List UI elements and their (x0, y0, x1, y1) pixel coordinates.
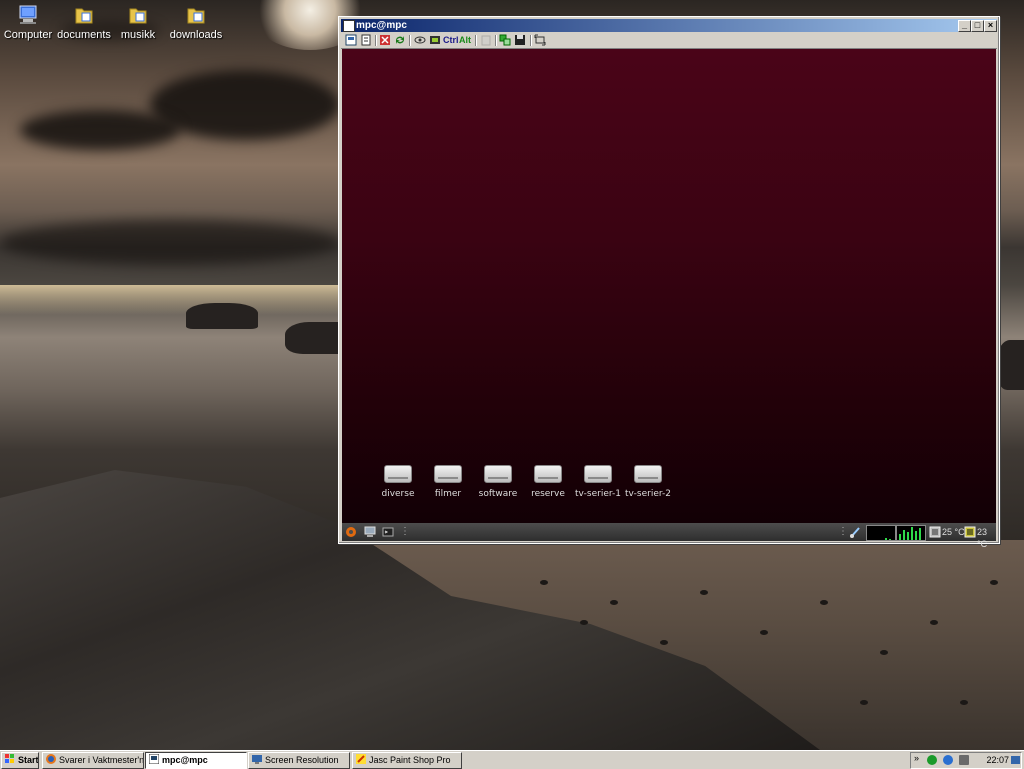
system-tray: » 22:07 (910, 752, 1022, 769)
scale-icon[interactable] (534, 34, 546, 46)
desktop-icon-label: downloads (169, 29, 223, 41)
connection-options-icon[interactable] (345, 34, 357, 46)
minimize-button[interactable]: _ (958, 20, 971, 32)
window-title: mpc@mpc (356, 20, 407, 31)
fullscreen-icon[interactable] (379, 34, 391, 46)
taskbar-button-screen-resolution[interactable]: Screen Resolution (248, 752, 350, 769)
remote-panel: ⋮ ⋮ 25 °C 23 °C (342, 523, 996, 549)
vnc-icon (148, 753, 160, 765)
folder-icon (73, 4, 95, 26)
hard-drive-icon (484, 465, 512, 483)
drive-icon-software[interactable]: software (471, 465, 525, 499)
hdd-temp-value: 23 °C (977, 527, 988, 549)
window-titlebar[interactable]: mpc@mpc _ □ × (341, 19, 997, 32)
clock[interactable]: 22:07 (986, 753, 1009, 768)
cpu-load-graph (896, 525, 926, 541)
drive-label: tv-serier-1 (575, 489, 621, 499)
taskbar-button-paint-shop-pro[interactable]: Jasc Paint Shop Pro (352, 752, 462, 769)
drive-icon-tv-serier-1[interactable]: tv-serier-1 (571, 465, 625, 499)
send-start-icon[interactable] (429, 34, 441, 46)
hdd-temp-icon (964, 526, 976, 538)
desktop-icon-musikk[interactable]: musikk (106, 4, 170, 41)
taskbar-button-firefox[interactable]: Svarer i Vaktmester'n... (42, 752, 144, 769)
taskbar-button-vnc[interactable]: mpc@mpc (145, 752, 247, 769)
monitor-icon[interactable] (1011, 756, 1020, 764)
firefox-icon (46, 754, 56, 764)
windows-logo-icon (5, 754, 15, 764)
refresh-icon[interactable] (394, 34, 406, 46)
maximize-button[interactable]: □ (971, 20, 984, 32)
drive-icon-tv-serier-2[interactable]: tv-serier-2 (621, 465, 675, 499)
taskbar-button-label: Screen Resolution (265, 755, 339, 765)
drive-icon-diverse[interactable]: diverse (371, 465, 425, 499)
paintshop-icon (356, 754, 366, 764)
network-icon[interactable] (943, 755, 953, 765)
hard-drive-icon (634, 465, 662, 483)
clipboard-icon[interactable] (480, 34, 492, 46)
drive-label: software (478, 489, 518, 499)
hard-drive-icon (534, 465, 562, 483)
terminal-icon[interactable] (382, 526, 394, 538)
utorrent-icon[interactable] (927, 755, 937, 765)
remote-desktop-view[interactable]: diverse filmer software reserve tv-serie… (342, 49, 996, 523)
desktop-icon-label: Computer (3, 29, 53, 41)
desktop-icon-downloads[interactable]: downloads (164, 4, 228, 41)
show-hidden-icon[interactable]: » (914, 753, 919, 763)
drive-label: filmer (434, 489, 462, 499)
drive-label: diverse (381, 489, 415, 499)
alt-key-icon[interactable]: Alt (459, 34, 471, 46)
computer-icon (17, 4, 39, 26)
desktop-icon-computer[interactable]: Computer (0, 4, 60, 41)
cpu-temp-icon (929, 526, 941, 538)
start-button[interactable]: Start (1, 752, 39, 769)
hard-drive-icon (384, 465, 412, 483)
vnc-toolbar: Ctrl Alt (341, 33, 997, 49)
sound-icon[interactable] (959, 755, 969, 765)
hard-drive-icon (584, 465, 612, 483)
transfer-icon[interactable] (499, 34, 511, 46)
start-label: Start (18, 755, 39, 765)
drive-label: reserve (531, 489, 565, 499)
folder-icon (185, 4, 207, 26)
drive-label: tv-serier-2 (625, 489, 671, 499)
taskbar: Start Svarer i Vaktmester'n... mpc@mpc S… (0, 750, 1024, 769)
cpu-temp-value: 25 °C (942, 527, 965, 537)
desktop-icon-label: musikk (120, 29, 156, 41)
connection-info-icon[interactable] (360, 34, 372, 46)
ctrl-key-icon[interactable]: Ctrl (443, 34, 459, 46)
drive-icon-filmer[interactable]: filmer (421, 465, 475, 499)
display-icon (252, 754, 262, 764)
hard-drive-icon (434, 465, 462, 483)
close-button[interactable]: × (984, 20, 997, 32)
vnc-viewer-window: mpc@mpc _ □ × Ctrl Alt diverse filmer so… (338, 16, 1000, 549)
panel-handle-icon[interactable]: ⋮ (400, 526, 412, 538)
ubuntu-menu-icon[interactable] (345, 526, 357, 538)
taskbar-button-label: Svarer i Vaktmester'n... (59, 755, 144, 765)
save-icon[interactable] (514, 34, 526, 46)
network-load-graph (866, 525, 896, 541)
vnc-icon[interactable] (343, 20, 355, 32)
taskbar-button-label: Jasc Paint Shop Pro (369, 755, 451, 765)
drive-icon-reserve[interactable]: reserve (521, 465, 575, 499)
send-ctrl-alt-del-icon[interactable] (414, 34, 426, 46)
taskbar-button-label: mpc@mpc (162, 755, 208, 765)
computer-icon[interactable] (364, 526, 376, 538)
folder-icon (127, 4, 149, 26)
network-monitor-icon[interactable] (849, 526, 861, 538)
